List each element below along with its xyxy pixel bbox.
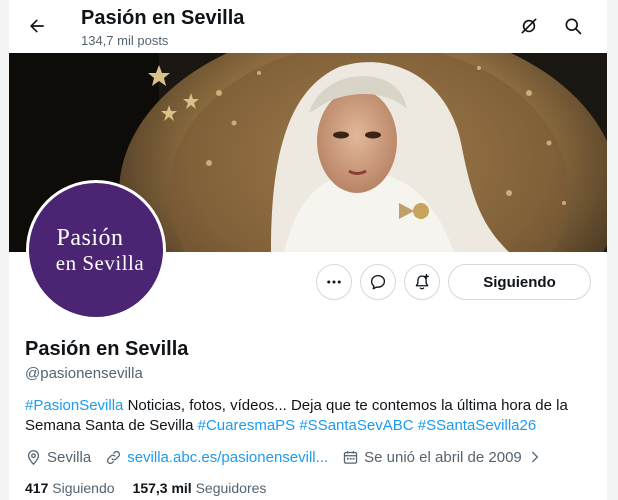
joined-text: Se unió el abril de 2009 [364,448,522,466]
grok-button[interactable] [513,10,545,42]
posts-count: 134,7 mil posts [81,33,169,48]
avatar-logo: Pasión en Sevilla [29,183,163,317]
arrow-left-icon [30,19,44,33]
grok-icon [521,18,537,34]
search-icon [565,18,582,35]
profile-header: Pasión en Sevilla 134,7 mil posts [9,0,607,53]
search-button[interactable] [557,10,589,42]
avatar-logo-line2: en Sevilla [55,251,145,275]
location-item: Sevilla [25,449,91,466]
more-button[interactable] [316,264,352,300]
more-icon [327,280,341,284]
calendar-icon [343,450,358,464]
hashtag-link[interactable]: #SSantaSevilla26 [418,417,536,434]
joined-item: Se unió el abril de 2009 [342,449,542,466]
notify-icon [415,273,430,290]
avatar-logo-line1: Pasión [56,225,124,251]
chevron-right-icon[interactable] [528,450,542,464]
header-title: Pasión en Sevilla [81,7,245,29]
following-button[interactable]: Siguiendo [448,264,591,300]
message-button[interactable] [360,264,396,300]
following-label: Siguiendo [52,480,115,496]
profile-bio: #PasionSevilla Noticias, fotos, vídeos..… [25,396,595,436]
hashtag-link[interactable]: #SSantaSevABC [299,417,413,434]
hashtag-link[interactable]: #PasionSevilla [25,397,123,414]
avatar[interactable]: Pasión en Sevilla [26,180,166,320]
message-icon [370,274,386,290]
profile-stats: 417 Siguiendo 157,3 mil Seguidores [25,480,284,496]
followers-label: Seguidores [195,480,267,496]
website-item: sevilla.abc.es/pasionensevill... [105,449,328,466]
notify-button[interactable] [404,264,440,300]
following-count: 417 [25,480,49,496]
profile-page: Pasión en Sevilla 134,7 mil posts Pasión… [9,0,607,500]
website-link[interactable]: sevilla.abc.es/pasionensevill... [127,449,328,466]
followers-count-link[interactable]: 157,3 mil Seguidores [133,480,267,496]
profile-name: Pasión en Sevilla [25,338,189,360]
back-button[interactable] [21,10,53,42]
hashtag-link[interactable]: #CuaresmaPS [198,417,296,434]
location-text: Sevilla [47,448,92,466]
profile-meta: Sevilla sevilla.abc.es/pasionensevill...… [25,446,600,468]
location-icon [27,449,40,465]
link-icon [107,450,121,464]
profile-handle: @pasionensevilla [25,365,143,382]
followers-count: 157,3 mil [132,480,192,496]
following-count-link[interactable]: 417 Siguiendo [25,480,115,496]
